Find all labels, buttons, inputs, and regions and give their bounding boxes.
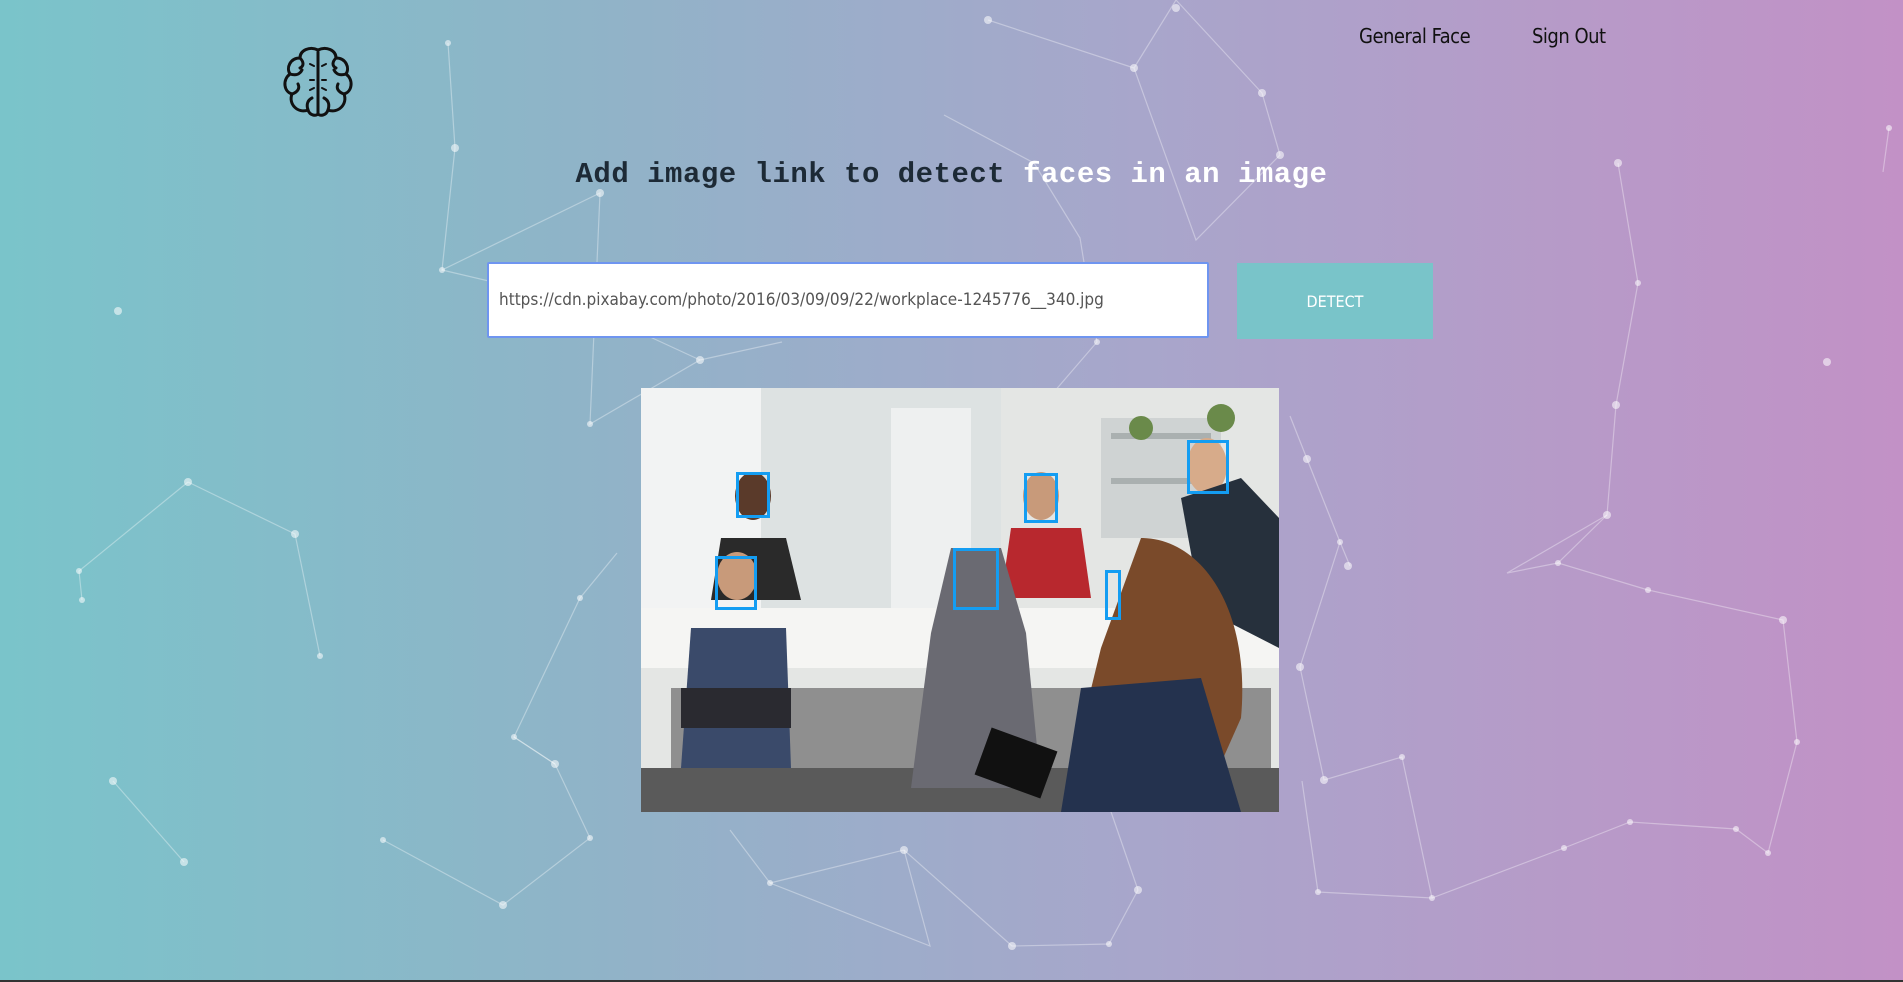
face-box xyxy=(1024,473,1058,523)
brain-icon xyxy=(283,46,353,117)
face-box xyxy=(1187,440,1229,494)
image-url-input[interactable] xyxy=(487,262,1209,338)
detect-button[interactable]: DETECT xyxy=(1237,263,1433,339)
face-box xyxy=(736,472,770,518)
page-headline: Add image link to detect faces in an ima… xyxy=(0,158,1903,191)
nav-sign-out[interactable]: Sign Out xyxy=(1532,24,1606,54)
face-box xyxy=(715,556,757,610)
result-image xyxy=(641,388,1279,812)
nav-general-face[interactable]: General Face xyxy=(1359,24,1471,54)
headline-part2: faces in an image xyxy=(1023,158,1328,191)
headline-part1: Add image link to detect xyxy=(575,158,1024,191)
face-box xyxy=(953,548,999,610)
face-box xyxy=(1105,570,1121,620)
logo xyxy=(280,44,356,120)
